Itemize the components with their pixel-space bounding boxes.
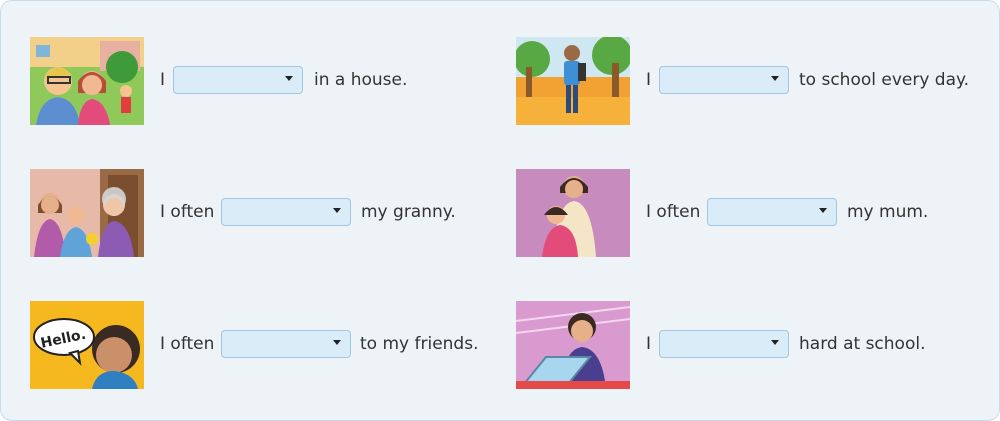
sentence-end: my granny. [361,202,456,222]
answer-dropdown-2[interactable] [659,66,789,94]
chevron-down-icon [771,340,779,345]
exercise-row-6: I hard at school. [516,301,986,389]
exercise-row-1: I in a house. [30,37,470,125]
answer-dropdown-3[interactable] [221,198,351,226]
sentence-end: hard at school. [799,334,926,354]
answer-dropdown-6[interactable] [659,330,789,358]
exercise-row-3: I often my granny. [30,169,470,257]
sentence-start: I often [160,202,215,222]
hello-speech-illustration: Hello. [30,301,144,389]
sentence-start: I [646,334,652,354]
answer-dropdown-5[interactable] [221,330,351,358]
chevron-down-icon [333,208,341,213]
sentence-start: I often [646,202,701,222]
exercise-row-5: Hello. I often to my friends. [30,301,478,389]
chevron-down-icon [771,76,779,81]
answer-dropdown-4[interactable] [707,198,837,226]
girl-at-computer-illustration [516,301,630,389]
exercise-row-2: I to school every day. [516,37,986,125]
exercise-row-4: I often my mum. [516,169,986,257]
family-house-illustration [30,37,144,125]
chevron-down-icon [285,76,293,81]
sentence-end: my mum. [847,202,929,222]
boy-walking-illustration [516,37,630,125]
answer-dropdown-1[interactable] [173,66,303,94]
visiting-granny-illustration [30,169,144,257]
sentence-start: I [646,70,652,90]
sentence-end: to school every day. [799,70,970,90]
sentence-start: I often [160,334,215,354]
sentence-start: I [160,70,166,90]
exercise-panel: I in a house. I to school every day. I o… [0,0,1000,421]
chevron-down-icon [819,208,827,213]
hugging-mum-illustration [516,169,630,257]
chevron-down-icon [333,340,341,345]
sentence-end: in a house. [314,70,408,90]
sentence-end: to my friends. [360,334,479,354]
